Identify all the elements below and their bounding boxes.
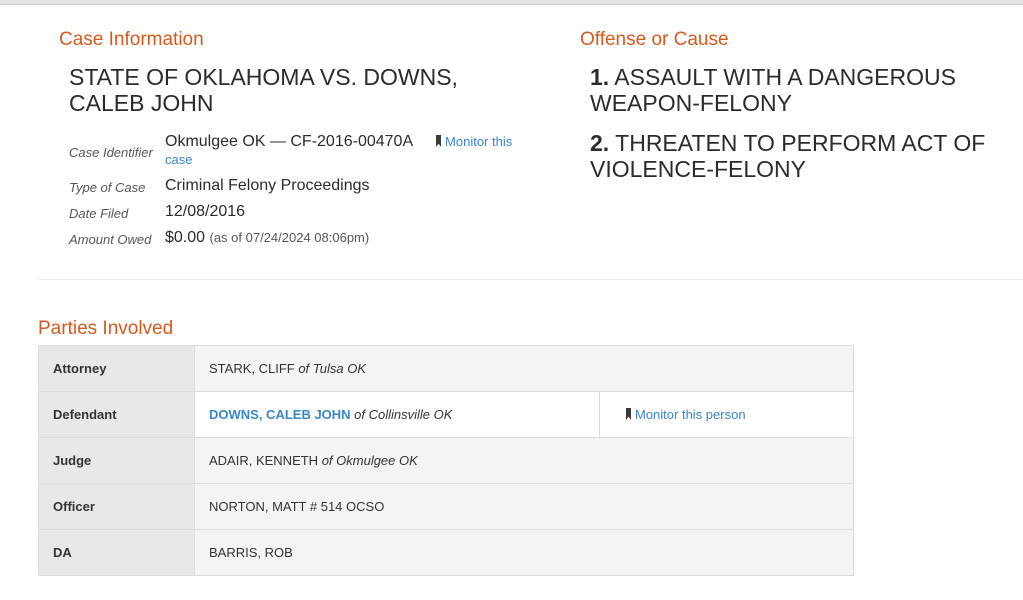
offense-text-line-1: ASSAULT WITH A DANGEROUS <box>609 64 956 90</box>
monitor-person-link[interactable]: Monitor this person <box>626 407 746 422</box>
case-title-line-2: CALEB JOHN <box>69 90 214 116</box>
case-title: STATE OF OKLAHOMA VS. DOWNS, CALEB JOHN <box>69 64 529 116</box>
amount-owed-cell: $0.00 (as of 07/24/2024 08:06pm) <box>165 229 369 247</box>
party-row-officer: Officer NORTON, MATT # 514 OCSO <box>38 483 854 530</box>
party-origin: of Collinsville OK <box>350 407 453 422</box>
party-origin: of Okmulgee OK <box>318 453 418 468</box>
date-filed-row: Date Filed 12/08/2016 <box>69 203 549 229</box>
offense-heading: Offense or Cause <box>580 29 729 50</box>
offense-list: 1. ASSAULT WITH A DANGEROUS WEAPON-FELON… <box>590 64 1010 196</box>
date-filed-label: Date Filed <box>69 206 129 221</box>
offense-text-line-2: WEAPON-FELONY <box>590 90 792 116</box>
top-border <box>0 0 1023 5</box>
party-row-judge: Judge ADAIR, KENNETH of Okmulgee OK <box>38 437 854 484</box>
offense-text-line-1: THREATEN TO PERFORM ACT OF <box>609 130 986 156</box>
party-name-cell: DOWNS, CALEB JOHN of Collinsville OK <box>194 391 600 438</box>
party-name: ADAIR, KENNETH <box>209 453 319 468</box>
party-name: STARK, CLIFF <box>209 361 295 376</box>
case-identifier-label: Case Identifier <box>69 145 153 160</box>
party-name: BARRIS, ROB <box>209 545 293 560</box>
offense-item: 1. ASSAULT WITH A DANGEROUS WEAPON-FELON… <box>590 64 1010 116</box>
party-name-cell: ADAIR, KENNETH of Okmulgee OK <box>194 437 854 484</box>
monitor-person-cell: Monitor this person <box>599 391 854 438</box>
case-identifier-cell: Okmulgee OK — CF-2016-00470A Monitor thi… <box>165 133 535 169</box>
monitor-person-label: Monitor this person <box>635 407 746 422</box>
party-role: Officer <box>38 483 195 530</box>
case-identifier-row: Case Identifier Okmulgee OK — CF-2016-00… <box>69 133 549 177</box>
parties-table: Attorney STARK, CLIFF of Tulsa OK Defend… <box>38 345 854 576</box>
date-filed-value: 12/08/2016 <box>165 203 246 220</box>
case-type-value: Criminal Felony Proceedings <box>165 177 370 194</box>
case-identifier-value: Okmulgee OK — CF-2016-00470A <box>165 133 414 150</box>
party-role: Judge <box>38 437 195 484</box>
party-role: Defendant <box>38 391 195 438</box>
party-row-da: DA BARRIS, ROB <box>38 529 854 576</box>
amount-owed-row: Amount Owed $0.00 (as of 07/24/2024 08:0… <box>69 229 549 255</box>
party-role: DA <box>38 529 195 576</box>
case-title-line-1: STATE OF OKLAHOMA VS. DOWNS, <box>69 64 458 90</box>
monitor-case-label-1: Monitor this <box>445 134 513 149</box>
offense-number: 2. <box>590 130 610 156</box>
party-name-cell: NORTON, MATT # 514 OCSO <box>194 483 854 530</box>
party-row-defendant: Defendant DOWNS, CALEB JOHN of Collinsvi… <box>38 391 854 438</box>
amount-owed-value: $0.00 <box>165 229 206 246</box>
offense-number: 1. <box>590 64 610 90</box>
party-origin: of Tulsa OK <box>294 361 367 376</box>
section-divider <box>38 279 1023 280</box>
offense-text-line-2: VIOLENCE-FELONY <box>590 156 806 182</box>
party-row-attorney: Attorney STARK, CLIFF of Tulsa OK <box>38 345 854 392</box>
case-details: Case Identifier Okmulgee OK — CF-2016-00… <box>69 133 549 255</box>
case-information-heading: Case Information <box>59 29 204 50</box>
defendant-name-link[interactable]: DOWNS, CALEB JOHN <box>209 407 351 422</box>
amount-owed-label: Amount Owed <box>69 232 152 247</box>
offense-item: 2. THREATEN TO PERFORM ACT OF VIOLENCE-F… <box>590 130 1010 182</box>
case-type-row: Type of Case Criminal Felony Proceedings <box>69 177 549 203</box>
party-name: NORTON, MATT # 514 OCSO <box>209 499 385 514</box>
bookmark-icon <box>436 135 442 147</box>
party-role: Attorney <box>38 345 195 392</box>
parties-heading: Parties Involved <box>38 318 174 339</box>
amount-as-of: (as of 07/24/2024 08:06pm) <box>209 230 370 245</box>
case-type-label: Type of Case <box>69 180 146 195</box>
monitor-case-label-2: case <box>165 152 193 167</box>
bookmark-icon <box>626 408 631 420</box>
party-name-cell: STARK, CLIFF of Tulsa OK <box>194 345 854 392</box>
party-name-cell: BARRIS, ROB <box>194 529 854 576</box>
